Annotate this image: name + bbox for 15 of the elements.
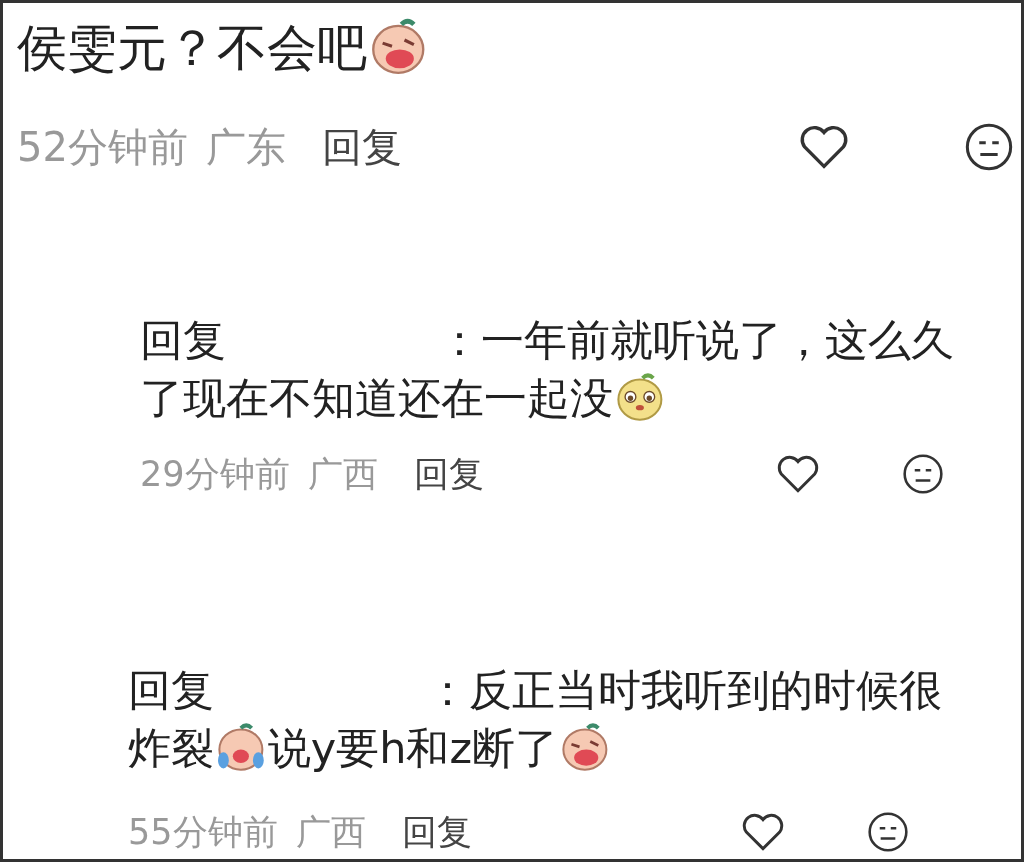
reply-link[interactable]: 回复 [401,808,472,856]
reply-text: 回复 ：一年前就听说了，这么久了现在不知道还在一起没 [140,314,955,426]
timestamp: 52分钟前 [17,122,188,172]
neutral-face-icon[interactable] [866,810,910,854]
location-label: 广西 [307,452,378,496]
neutral-face-icon[interactable] [901,452,945,496]
reply-link[interactable]: 回复 [321,119,402,175]
reply-text: 回复 ：反正当时我听到的时候很炸裂 说y要h和z断了 [128,664,943,776]
neutral-face-icon[interactable] [963,121,1015,173]
location-label: 广东 [205,122,286,172]
reply-link[interactable]: 回复 [413,450,484,498]
location-label: 广西 [295,810,366,854]
timestamp: 55分钟前 [128,810,278,854]
comment-text: 侯雯元？不会吧 [17,15,1021,80]
timestamp: 29分钟前 [140,452,290,496]
